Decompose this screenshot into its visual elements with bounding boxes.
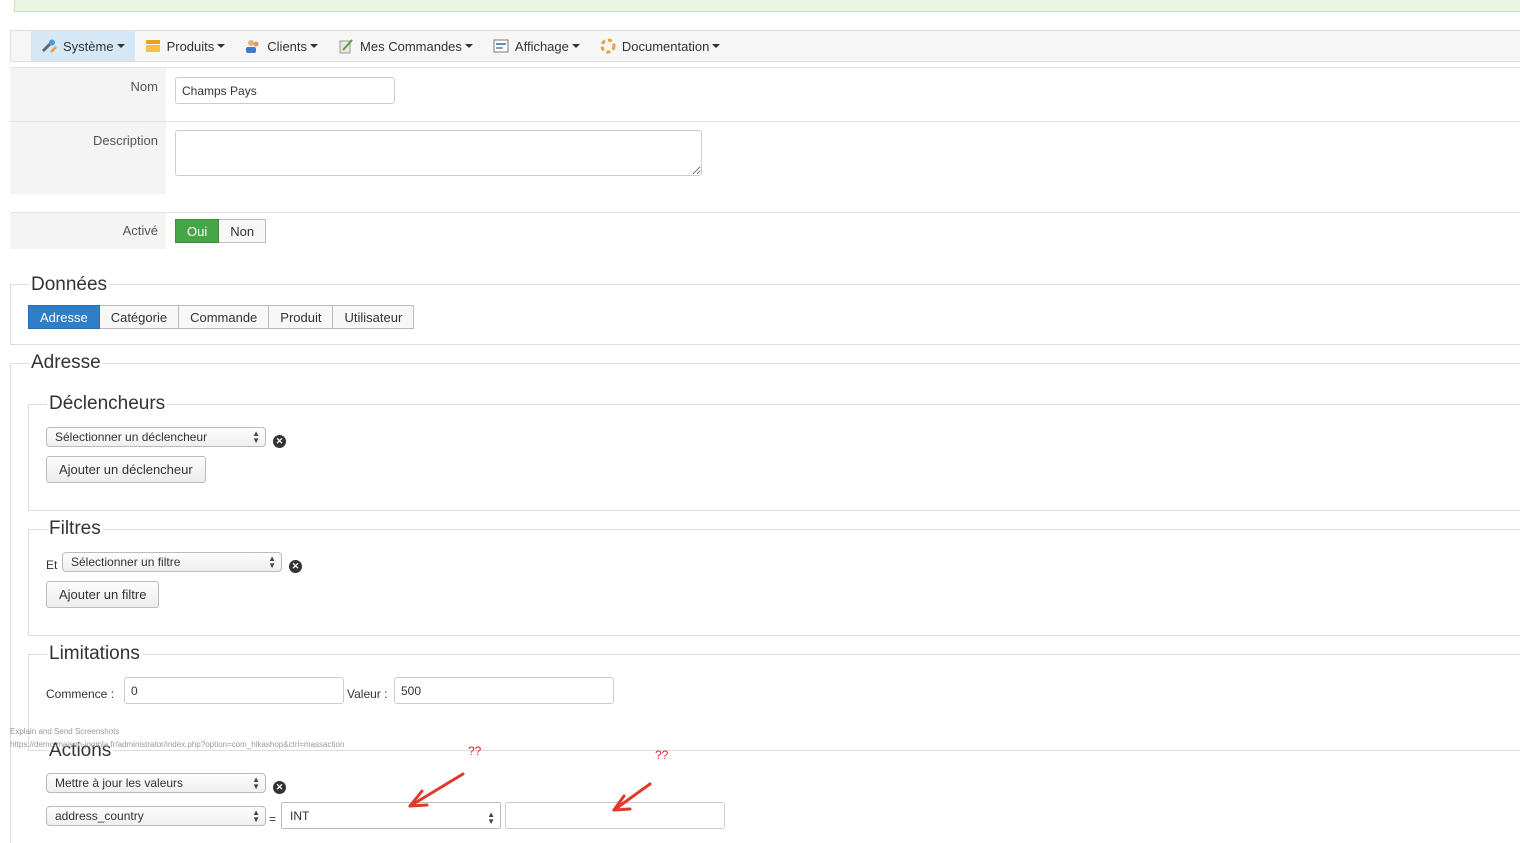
remove-filter-icon[interactable]: ✕ xyxy=(289,560,302,573)
overlay-url: https://demo.maison-joomla.fr/administra… xyxy=(10,740,345,749)
active-yes-button[interactable]: Oui xyxy=(175,219,220,243)
value-input[interactable] xyxy=(394,677,614,704)
folder-icon xyxy=(145,38,161,54)
tab-utilisateur[interactable]: Utilisateur xyxy=(333,305,415,329)
limitations-legend: Limitations xyxy=(47,643,142,665)
chevron-down-icon xyxy=(116,44,125,48)
select-arrows-icon: ▲ ▼ xyxy=(487,810,495,826)
tab-commande[interactable]: Commande xyxy=(179,305,270,329)
filtres-fieldset xyxy=(28,529,1520,636)
menu-commandes[interactable]: Mes Commandes xyxy=(328,31,483,61)
action-select[interactable]: Mettre à jour les valeurs ▲ ▼ xyxy=(46,773,266,793)
select-arrows-icon: ▲ ▼ xyxy=(268,554,276,570)
display-icon xyxy=(493,38,509,54)
actions-divider xyxy=(28,750,1520,751)
main-menu-bar: Système Produits Clients Mes Commandes A… xyxy=(10,30,1520,62)
tab-adresse[interactable]: Adresse xyxy=(28,305,100,329)
filter-prefix: Et xyxy=(46,558,58,572)
annotation-question-1: ?? xyxy=(468,744,482,758)
chevron-down-icon xyxy=(571,44,580,48)
menu-produits-label: Produits xyxy=(166,38,215,54)
description-row: Description xyxy=(10,121,1520,194)
donnees-legend: Données xyxy=(29,274,110,296)
menu-systeme-label: Système xyxy=(63,38,114,54)
name-input[interactable] xyxy=(175,77,395,104)
annotation-question-2: ?? xyxy=(655,748,669,762)
start-label: Commence : xyxy=(46,687,115,701)
field-select[interactable]: address_country ▲ ▼ xyxy=(46,806,266,826)
add-trigger-button[interactable]: Ajouter un déclencheur xyxy=(46,456,206,483)
declencheurs-fieldset xyxy=(28,404,1520,511)
type-select[interactable]: INT ▲ ▼ xyxy=(281,802,501,829)
active-row: Activé Oui Non xyxy=(10,212,1520,249)
name-row: Nom xyxy=(10,67,1520,122)
tab-produit[interactable]: Produit xyxy=(269,305,334,329)
data-type-tabs: Adresse Catégorie Commande Produit Utili… xyxy=(28,305,415,329)
menu-clients[interactable]: Clients xyxy=(235,31,328,61)
active-label: Activé xyxy=(10,213,166,249)
trigger-select-value: Sélectionner un déclencheur xyxy=(55,430,208,444)
type-select-value: INT xyxy=(290,809,310,823)
trigger-select[interactable]: Sélectionner un déclencheur ▲ ▼ xyxy=(46,427,266,447)
filter-select-value: Sélectionner un filtre xyxy=(71,555,181,569)
overlay-caption: Explain and Send Screenshots xyxy=(10,727,120,736)
menu-clients-label: Clients xyxy=(267,38,308,54)
start-input[interactable] xyxy=(124,677,344,704)
menu-affichage-label: Affichage xyxy=(514,38,569,54)
chevron-down-icon xyxy=(464,44,473,48)
menu-produits[interactable]: Produits xyxy=(135,31,236,61)
adresse-legend: Adresse xyxy=(29,352,103,374)
active-no-button[interactable]: Non xyxy=(219,219,267,243)
wrench-icon xyxy=(41,38,57,54)
menu-documentation-label: Documentation xyxy=(621,38,710,54)
message-bar xyxy=(14,0,1520,12)
action-select-value: Mettre à jour les valeurs xyxy=(55,776,184,790)
menu-documentation[interactable]: Documentation xyxy=(590,31,730,61)
users-icon xyxy=(245,38,261,54)
active-toggle: Oui Non xyxy=(175,219,267,243)
action-value-input[interactable] xyxy=(505,802,725,829)
menu-systeme[interactable]: Système xyxy=(31,31,135,61)
remove-trigger-icon[interactable]: ✕ xyxy=(273,435,286,448)
select-arrows-icon: ▲ ▼ xyxy=(252,808,260,824)
chevron-down-icon xyxy=(712,44,721,48)
filtres-legend: Filtres xyxy=(47,518,103,540)
add-filter-button[interactable]: Ajouter un filtre xyxy=(46,581,160,608)
description-label: Description xyxy=(10,122,166,194)
description-textarea[interactable] xyxy=(175,130,702,176)
menu-affichage[interactable]: Affichage xyxy=(483,31,590,61)
menu-commandes-label: Mes Commandes xyxy=(360,38,462,54)
declencheurs-legend: Déclencheurs xyxy=(47,393,168,415)
select-arrows-icon: ▲ ▼ xyxy=(252,429,260,445)
select-arrows-icon: ▲ ▼ xyxy=(252,775,260,791)
name-label: Nom xyxy=(10,68,166,122)
chevron-down-icon xyxy=(217,44,226,48)
remove-action-icon[interactable]: ✕ xyxy=(273,781,286,794)
field-select-value: address_country xyxy=(55,809,144,823)
value-label: Valeur : xyxy=(347,687,388,701)
help-icon xyxy=(600,38,616,54)
equals-sign: = xyxy=(269,812,277,826)
chevron-down-icon xyxy=(310,44,319,48)
tab-categorie[interactable]: Catégorie xyxy=(99,305,180,329)
filter-select[interactable]: Sélectionner un filtre ▲ ▼ xyxy=(62,552,282,572)
orders-icon xyxy=(338,38,354,54)
